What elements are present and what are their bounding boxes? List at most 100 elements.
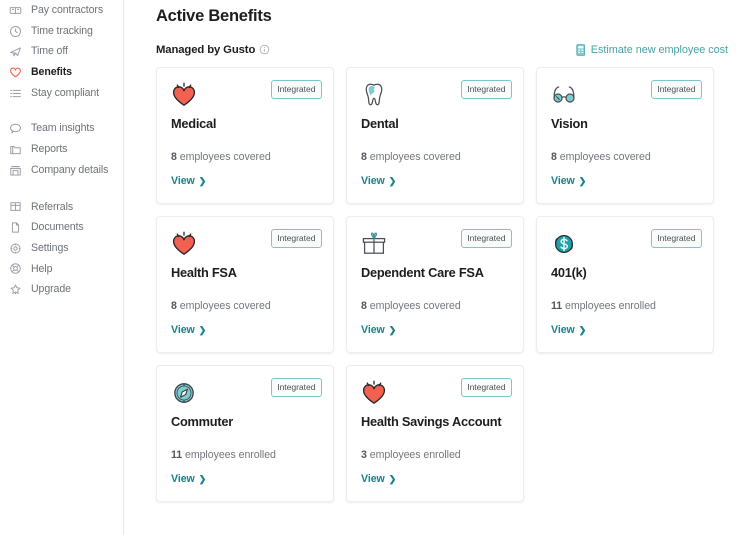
sidebar-item-label: Upgrade bbox=[31, 283, 71, 296]
sidebar-item-label: Stay compliant bbox=[31, 86, 99, 99]
info-icon[interactable] bbox=[259, 44, 270, 55]
calculator-icon bbox=[576, 44, 586, 56]
benefit-count-suffix: employees covered bbox=[366, 150, 461, 163]
sidebar-item-company-details[interactable]: Company details bbox=[0, 160, 123, 181]
sidebar-item-settings[interactable]: Settings bbox=[0, 238, 123, 259]
view-link-label: View bbox=[171, 175, 195, 188]
sidebar-item-reports[interactable]: Reports bbox=[0, 139, 123, 160]
view-link[interactable]: View ❯ bbox=[171, 324, 206, 336]
sidebar-item-help[interactable]: Help bbox=[0, 259, 123, 280]
heart-icon bbox=[361, 380, 387, 406]
view-link[interactable]: View ❯ bbox=[551, 175, 586, 187]
sidebar: Pay contractors Time tracking Time off B… bbox=[0, 0, 124, 535]
view-link-label: View bbox=[551, 175, 575, 188]
document-icon bbox=[9, 221, 22, 234]
sidebar-item-label: Reports bbox=[31, 143, 68, 156]
sidebar-item-time-off[interactable]: Time off bbox=[0, 41, 123, 62]
sidebar-item-time-tracking[interactable]: Time tracking bbox=[0, 21, 123, 42]
view-link-label: View bbox=[361, 473, 385, 486]
gear-icon bbox=[9, 242, 22, 255]
chevron-right-icon: ❯ bbox=[388, 324, 397, 335]
sidebar-item-label: Settings bbox=[31, 241, 69, 254]
clock-icon bbox=[9, 25, 22, 38]
benefit-name: Health FSA bbox=[171, 264, 237, 280]
chevron-right-icon: ❯ bbox=[578, 175, 587, 186]
benefit-employee-count: 8 employees covered bbox=[171, 299, 319, 312]
sidebar-item-label: Time tracking bbox=[31, 24, 93, 37]
heart-icon bbox=[9, 66, 22, 79]
sidebar-item-label: Pay contractors bbox=[31, 4, 104, 17]
benefit-count-suffix: employees enrolled bbox=[182, 448, 276, 461]
glasses-icon bbox=[551, 82, 577, 108]
chevron-right-icon: ❯ bbox=[198, 175, 207, 186]
sidebar-group-insights: Team insights Reports Company details bbox=[0, 118, 123, 180]
benefit-card[interactable]: Integrated Dental 8 employees covered View ❯ bbox=[346, 66, 524, 204]
benefit-name: Dependent Care FSA bbox=[361, 264, 484, 280]
sidebar-item-documents[interactable]: Documents bbox=[0, 217, 123, 238]
folder-icon bbox=[9, 143, 22, 156]
benefit-card[interactable]: Integrated Health FSA 8 employees covered V… bbox=[156, 215, 334, 353]
sidebar-item-upgrade[interactable]: Upgrade bbox=[0, 279, 123, 300]
estimate-new-employee-cost-link[interactable]: Estimate new employee cost bbox=[576, 44, 728, 56]
chevron-right-icon: ❯ bbox=[388, 175, 397, 186]
benefit-card[interactable]: Integrated Dependent Care FSA 8 employees … bbox=[346, 215, 524, 353]
heart-icon bbox=[171, 231, 197, 257]
sidebar-item-label: Help bbox=[31, 262, 53, 275]
status-badge: Integrated bbox=[460, 79, 512, 99]
view-link-label: View bbox=[551, 324, 575, 337]
status-badge: Integrated bbox=[270, 377, 322, 397]
status-badge: Integrated bbox=[460, 377, 512, 397]
view-link[interactable]: View ❯ bbox=[551, 324, 586, 336]
heart-icon bbox=[171, 82, 197, 108]
sidebar-item-label: Time off bbox=[31, 45, 68, 58]
tooth-icon bbox=[361, 82, 387, 108]
sidebar-item-stay-compliant[interactable]: Stay compliant bbox=[0, 83, 123, 104]
benefit-count-suffix: employees enrolled bbox=[562, 299, 656, 312]
view-link[interactable]: View ❯ bbox=[361, 473, 396, 485]
benefit-name: Dental bbox=[361, 115, 399, 131]
sidebar-item-benefits[interactable]: Benefits bbox=[0, 62, 123, 83]
plane-icon bbox=[9, 45, 22, 58]
benefit-count-suffix: employees covered bbox=[366, 299, 461, 312]
list-icon bbox=[9, 87, 22, 100]
benefit-count-number: 11 bbox=[551, 299, 563, 312]
benefit-count-suffix: employees covered bbox=[176, 299, 271, 312]
benefit-name: 401(k) bbox=[551, 264, 587, 280]
benefit-name: Vision bbox=[551, 115, 588, 131]
benefit-count-suffix: employees covered bbox=[176, 150, 271, 163]
sidebar-item-label: Referrals bbox=[31, 200, 74, 213]
benefit-name: Health Savings Account bbox=[361, 413, 502, 429]
benefit-count-suffix: employees enrolled bbox=[366, 448, 461, 461]
chevron-right-icon: ❯ bbox=[198, 473, 207, 484]
gift-grid-icon bbox=[9, 200, 22, 213]
gift-icon bbox=[361, 231, 387, 257]
sidebar-item-label: Team insights bbox=[31, 122, 95, 135]
estimate-link-label: Estimate new employee cost bbox=[590, 43, 728, 56]
view-link[interactable]: View ❯ bbox=[171, 473, 206, 485]
sidebar-item-pay-contractors[interactable]: Pay contractors bbox=[0, 0, 123, 21]
sidebar-item-referrals[interactable]: Referrals bbox=[0, 197, 123, 218]
benefit-employee-count: 11 employees enrolled bbox=[551, 299, 699, 312]
status-badge: Integrated bbox=[270, 79, 322, 99]
benefit-card[interactable]: Integrated 401(k) 11 employees enrolled Vie… bbox=[536, 215, 714, 353]
chevron-right-icon: ❯ bbox=[578, 324, 587, 335]
sidebar-group-primary: Pay contractors Time tracking Time off B… bbox=[0, 0, 123, 103]
benefit-card[interactable]: Integrated Medical 8 employees covered View… bbox=[156, 66, 334, 204]
view-link[interactable]: View ❯ bbox=[361, 175, 396, 187]
benefit-count-suffix: employees covered bbox=[556, 150, 651, 163]
view-link-label: View bbox=[361, 324, 385, 337]
benefit-employee-count: 8 employees covered bbox=[171, 150, 319, 163]
building-icon bbox=[9, 164, 22, 177]
managed-by-text: Managed by Gusto bbox=[156, 43, 256, 56]
benefit-employee-count: 8 employees covered bbox=[361, 299, 509, 312]
sidebar-item-label: Benefits bbox=[31, 66, 72, 79]
benefit-card[interactable]: Integrated Vision 8 employees covered View ❯ bbox=[536, 66, 714, 204]
benefit-card[interactable]: Integrated Health Savings Account 3 employ… bbox=[346, 364, 524, 502]
benefit-employee-count: 3 employees enrolled bbox=[361, 448, 509, 461]
benefit-card[interactable]: Integrated Commuter 11 employees enrolled V… bbox=[156, 364, 334, 502]
subheader-row: Managed by Gusto Estimate new employee c… bbox=[156, 44, 750, 56]
chevron-right-icon: ❯ bbox=[198, 324, 207, 335]
view-link[interactable]: View ❯ bbox=[361, 324, 396, 336]
view-link[interactable]: View ❯ bbox=[171, 175, 206, 187]
sidebar-item-team-insights[interactable]: Team insights bbox=[0, 118, 123, 139]
